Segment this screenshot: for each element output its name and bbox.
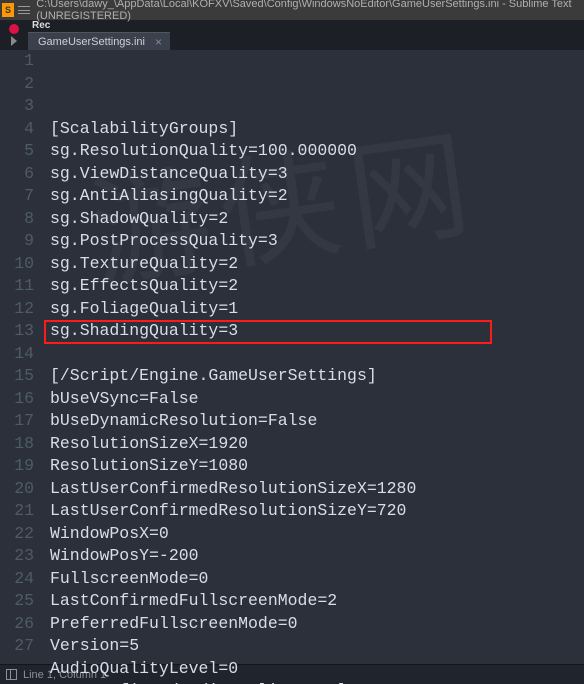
code-text: Version=5 (50, 636, 139, 655)
line-number: 5 (0, 140, 34, 163)
code-text: ResolutionSizeX=1920 (50, 434, 248, 453)
window-titlebar: S C:\Users\dawy_\AppData\Local\KOFXV\Sav… (0, 0, 584, 20)
code-text: bUseVSync=False (50, 389, 199, 408)
file-tab[interactable]: GameUserSettings.ini × (28, 32, 170, 50)
code-text: FullscreenMode=0 (50, 569, 208, 588)
line-number: 15 (0, 365, 34, 388)
code-line[interactable]: WindowPosX=0 (44, 523, 584, 546)
line-number: 11 (0, 275, 34, 298)
sidebar-toggle[interactable] (0, 20, 28, 50)
line-number: 7 (0, 185, 34, 208)
code-line[interactable]: sg.AntiAliasingQuality=2 (44, 185, 584, 208)
app-icon: S (2, 3, 14, 17)
code-line[interactable]: sg.EffectsQuality=2 (44, 275, 584, 298)
code-text: sg.AntiAliasingQuality=2 (50, 186, 288, 205)
line-number: 6 (0, 163, 34, 186)
code-text: sg.TextureQuality=2 (50, 254, 238, 273)
line-number: 3 (0, 95, 34, 118)
code-text: LastUserConfirmedResolutionSizeY=720 (50, 501, 406, 520)
code-text: WindowPosY=-200 (50, 546, 199, 565)
line-number: 10 (0, 253, 34, 276)
editor-area[interactable]: 游侠网 123456789101112131415161718192021222… (0, 50, 584, 664)
code-line[interactable]: sg.ViewDistanceQuality=3 (44, 163, 584, 186)
line-number: 2 (0, 73, 34, 96)
code-line[interactable]: sg.ShadowQuality=2 (44, 208, 584, 231)
record-dot-icon (9, 24, 19, 34)
line-number: 9 (0, 230, 34, 253)
sidebar-arrow-icon (11, 36, 17, 46)
tab-label: GameUserSettings.ini (38, 36, 145, 48)
line-number: 12 (0, 298, 34, 321)
code-line[interactable]: [ScalabilityGroups] (44, 118, 584, 141)
line-number: 19 (0, 455, 34, 478)
code-text: sg.FoliageQuality=1 (50, 299, 238, 318)
code-text: LastUserConfirmedResolutionSizeX=1280 (50, 479, 416, 498)
code-line[interactable]: LastConfirmedFullscreenMode=2 (44, 590, 584, 613)
line-number: 8 (0, 208, 34, 231)
code-text: sg.ViewDistanceQuality=3 (50, 164, 288, 183)
code-text: [/Script/Engine.GameUserSettings] (50, 366, 377, 385)
line-number: 16 (0, 388, 34, 411)
panel-icon[interactable] (6, 669, 17, 680)
code-line[interactable]: LastConfirmedAudioQualityLevel=0 (44, 680, 584, 684)
code-line[interactable]: PreferredFullscreenMode=0 (44, 613, 584, 636)
code-text: ResolutionSizeY=1080 (50, 456, 248, 475)
line-number: 1 (0, 50, 34, 73)
code-line[interactable]: Version=5 (44, 635, 584, 658)
code-line[interactable]: sg.ShadingQuality=3 (44, 320, 584, 343)
close-icon[interactable]: × (155, 35, 162, 49)
code-line[interactable]: ResolutionSizeX=1920 (44, 433, 584, 456)
line-number: 22 (0, 523, 34, 546)
line-number: 24 (0, 568, 34, 591)
code-line[interactable]: ResolutionSizeY=1080 (44, 455, 584, 478)
code-line[interactable]: WindowPosY=-200 (44, 545, 584, 568)
code-text: LastConfirmedFullscreenMode=2 (50, 591, 337, 610)
line-number: 20 (0, 478, 34, 501)
code-text: sg.ShadowQuality=2 (50, 209, 228, 228)
line-number: 21 (0, 500, 34, 523)
code-line[interactable]: LastUserConfirmedResolutionSizeY=720 (44, 500, 584, 523)
code-text: AudioQualityLevel=0 (50, 659, 238, 678)
code-line[interactable]: LastUserConfirmedResolutionSizeX=1280 (44, 478, 584, 501)
code-line[interactable] (44, 343, 584, 366)
line-number-gutter: 1234567891011121314151617181920212223242… (0, 50, 44, 664)
code-text: WindowPosX=0 (50, 524, 169, 543)
code-content[interactable]: [ScalabilityGroups] sg.ResolutionQuality=… (44, 50, 584, 664)
code-text: sg.ShadingQuality=3 (50, 321, 238, 340)
code-text: sg.EffectsQuality=2 (50, 276, 238, 295)
hamburger-icon[interactable] (18, 3, 30, 17)
code-line[interactable]: bUseVSync=False (44, 388, 584, 411)
code-line[interactable]: bUseDynamicResolution=False (44, 410, 584, 433)
code-line[interactable]: sg.TextureQuality=2 (44, 253, 584, 276)
code-text: sg.PostProcessQuality=3 (50, 231, 278, 250)
line-number: 23 (0, 545, 34, 568)
rec-label: Rec (28, 20, 170, 32)
line-number: 14 (0, 343, 34, 366)
code-line[interactable]: AudioQualityLevel=0 (44, 658, 584, 681)
line-number: 27 (0, 635, 34, 658)
code-line[interactable]: sg.PostProcessQuality=3 (44, 230, 584, 253)
code-line[interactable]: sg.FoliageQuality=1 (44, 298, 584, 321)
code-text: PreferredFullscreenMode=0 (50, 614, 298, 633)
code-line[interactable]: [/Script/Engine.GameUserSettings] (44, 365, 584, 388)
line-number: 13 (0, 320, 34, 343)
line-number: 18 (0, 433, 34, 456)
code-text: sg.ResolutionQuality=100.000000 (50, 141, 357, 160)
line-number: 4 (0, 118, 34, 141)
code-text: [ScalabilityGroups] (50, 119, 238, 138)
code-line[interactable]: sg.ResolutionQuality=100.000000 (44, 140, 584, 163)
code-text: bUseDynamicResolution=False (50, 411, 317, 430)
line-number: 26 (0, 613, 34, 636)
window-title: C:\Users\dawy_\AppData\Local\KOFXV\Saved… (36, 0, 584, 22)
tab-bar: Rec GameUserSettings.ini × (0, 20, 584, 50)
code-line[interactable]: FullscreenMode=0 (44, 568, 584, 591)
line-number: 17 (0, 410, 34, 433)
line-number: 25 (0, 590, 34, 613)
